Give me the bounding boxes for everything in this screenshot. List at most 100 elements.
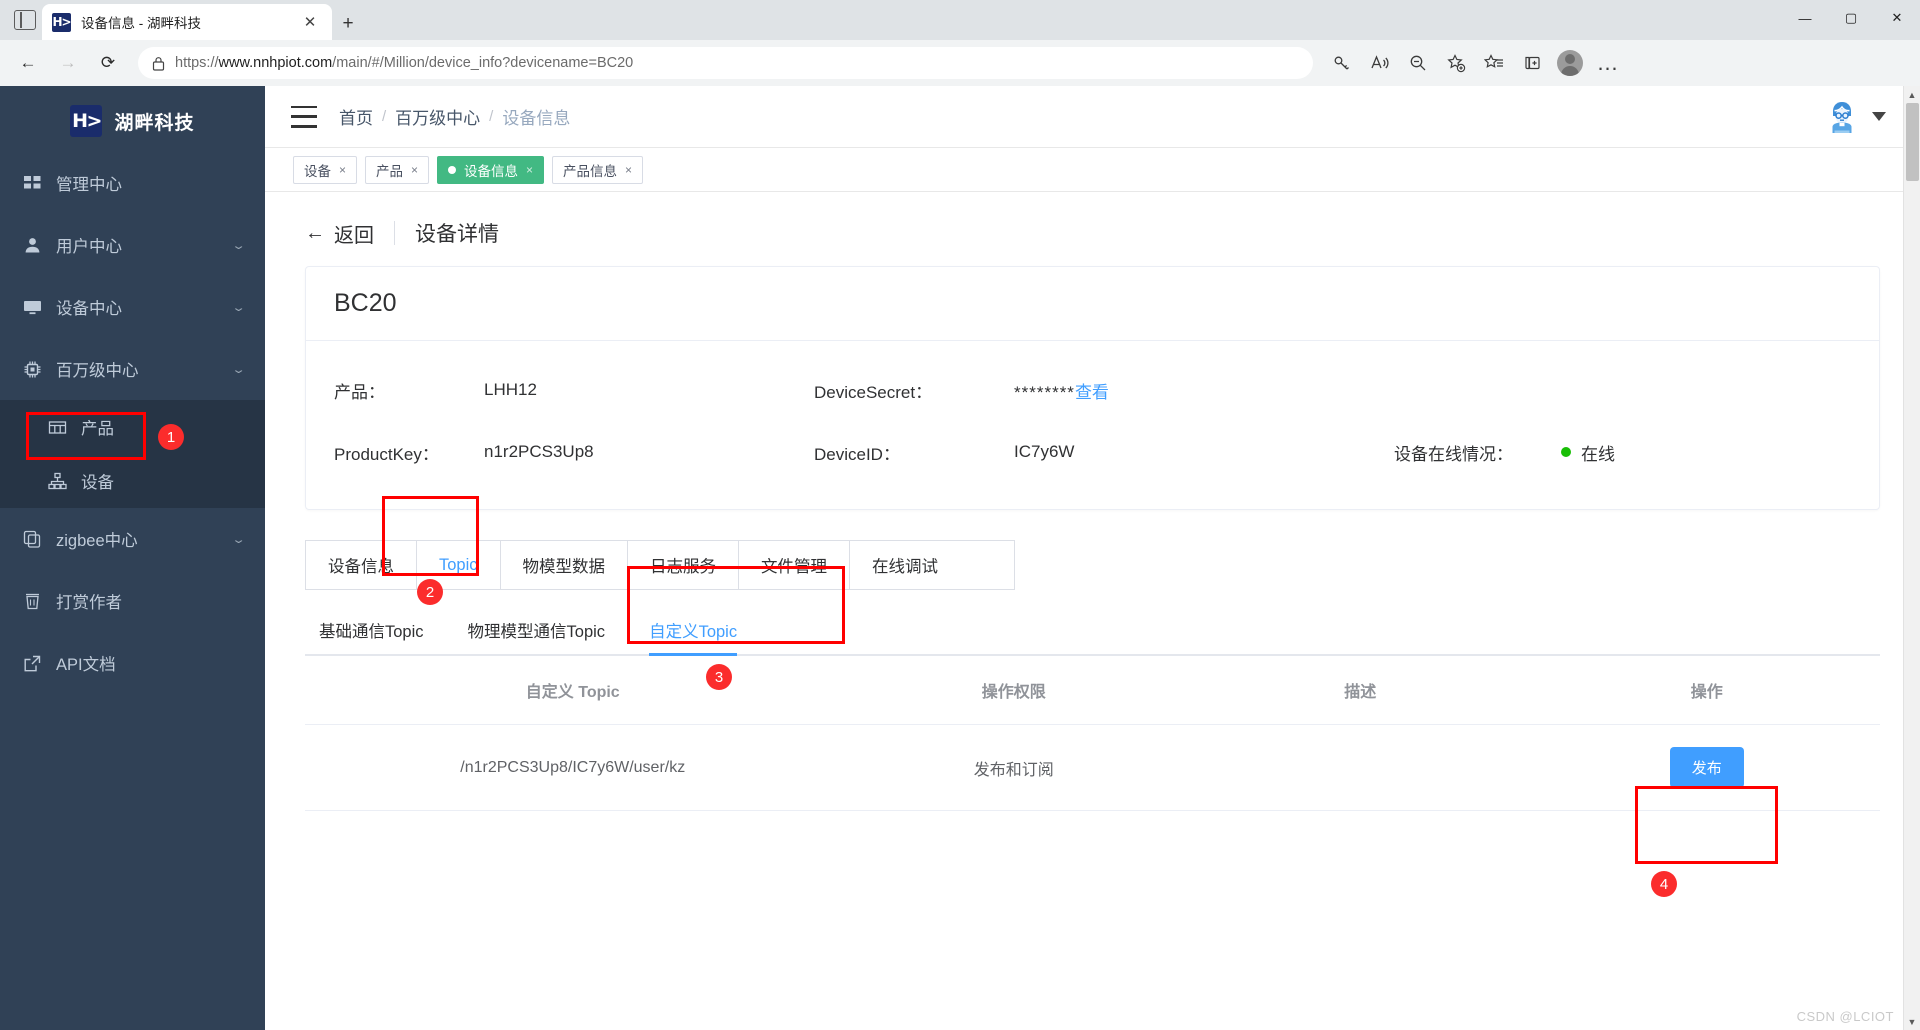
scroll-down-icon[interactable]: ▼ xyxy=(1904,1013,1920,1030)
forward-icon[interactable]: → xyxy=(50,45,86,81)
annotation-number-2: 2 xyxy=(417,579,443,605)
sidebar-item-million-center[interactable]: 百万级中心 ⌄ xyxy=(0,338,265,400)
productkey-value: n1r2PCS3Up8 xyxy=(484,442,594,461)
brand-logo[interactable]: H> 湖畔科技 xyxy=(0,90,265,152)
tab-log-service[interactable]: 日志服务 xyxy=(628,541,740,589)
new-tab-icon[interactable]: + xyxy=(336,12,360,36)
device-info-row-product: 产品： LHH12 DeviceSecret： ********查看 xyxy=(334,359,1851,421)
window-minimize-button[interactable]: — xyxy=(1782,0,1828,36)
tab-online-debug[interactable]: 在线调试 xyxy=(850,541,960,589)
tab-device-info[interactable]: 设备信息 xyxy=(306,541,417,589)
tag-device-info[interactable]: 设备信息 × xyxy=(437,155,545,184)
sub-tab-thing-model-topic[interactable]: 物理模型通信Topic xyxy=(468,618,606,654)
sidebar-item-device[interactable]: 设备 xyxy=(0,454,265,508)
main-tabs: 设备信息 Topic 物模型数据 日志服务 文件管理 在线调试 xyxy=(305,540,1015,590)
scroll-up-icon[interactable]: ▲ xyxy=(1904,86,1920,103)
url-path: /main/#/Million/device_info?devicename=B… xyxy=(332,55,634,71)
sub-tab-basic-topic[interactable]: 基础通信Topic xyxy=(319,618,424,654)
cell-permission: 发布和订阅 xyxy=(840,724,1187,811)
device-info-row-productkey: ProductKey： n1r2PCS3Up8 DeviceID： IC7y6W… xyxy=(334,421,1851,483)
tag-product[interactable]: 产品 × xyxy=(365,155,430,184)
profile-icon[interactable] xyxy=(1553,46,1587,80)
menu-fold-icon[interactable] xyxy=(291,105,317,128)
online-dot-icon xyxy=(1561,447,1571,457)
url-input[interactable]: https://www.nnhpiot.com/main/#/Million/d… xyxy=(138,47,1313,79)
tab-search-icon[interactable] xyxy=(8,3,42,37)
key-icon[interactable] xyxy=(1325,46,1359,80)
sidebar-item-management-center[interactable]: 管理中心 xyxy=(0,152,265,214)
tab-file-management[interactable]: 文件管理 xyxy=(739,541,851,589)
sidebar-item-zigbee-center[interactable]: zigbee中心 ⌄ xyxy=(0,508,265,570)
col-permission: 操作权限 xyxy=(840,656,1187,725)
back-icon[interactable]: ← xyxy=(10,45,46,81)
tag-label: 设备 xyxy=(304,163,331,179)
zoom-out-icon[interactable] xyxy=(1401,46,1435,80)
tag-device[interactable]: 设备 × xyxy=(293,155,358,184)
sidebar-item-label: 设备中心 xyxy=(56,300,122,318)
tab-close-icon[interactable]: ✕ xyxy=(298,10,322,34)
page-scrollbar[interactable]: ▲ ▼ xyxy=(1903,86,1920,1030)
device-id-label: DeviceID： xyxy=(814,444,900,464)
collections-icon[interactable] xyxy=(1515,46,1549,80)
breadcrumb-separator: / xyxy=(489,108,494,125)
chevron-down-icon: ⌄ xyxy=(231,301,246,314)
breadcrumb-item-million-center[interactable]: 百万级中心 xyxy=(395,104,480,129)
sidebar-item-label: API文档 xyxy=(56,656,116,674)
device-secret-mask: ******** xyxy=(1014,382,1075,402)
sitemap-icon xyxy=(48,472,67,491)
chevron-down-icon: ⌄ xyxy=(231,239,246,252)
chevron-down-icon: ⌄ xyxy=(231,533,246,546)
avatar[interactable] xyxy=(1820,97,1864,137)
back-button[interactable]: ← 返回 xyxy=(305,219,374,248)
table-head: 自定义 Topic 操作权限 描述 操作 xyxy=(305,656,1880,725)
browser-chrome: H> 设备信息 - 湖畔科技 ✕ + — ▢ ✕ ← → ⟳ https://w… xyxy=(0,0,1920,86)
url-host: www.nnhpiot.com xyxy=(218,55,333,71)
view-secret-link[interactable]: 查看 xyxy=(1075,383,1109,402)
sidebar-item-label: 百万级中心 xyxy=(56,362,139,380)
browser-tab[interactable]: H> 设备信息 - 湖畔科技 ✕ xyxy=(42,4,332,40)
sub-tab-custom-topic[interactable]: 自定义Topic xyxy=(649,618,738,656)
table-body: /n1r2PCS3Up8/IC7y6W/user/kz 发布和订阅 发布 xyxy=(305,724,1880,811)
application-root: H> 湖畔科技 管理中心 用户中心 ⌄ 设备中心 ⌄ 百万级中心 ⌄ 产品 设备… xyxy=(0,86,1920,1030)
tag-close-icon[interactable]: × xyxy=(625,163,632,177)
content-scroll-area: ← 返回 设备详情 BC20 产品： LHH12 DeviceSecret： *… xyxy=(265,192,1920,1030)
tab-thing-model-data[interactable]: 物模型数据 xyxy=(501,541,629,589)
sidebar-item-device-center[interactable]: 设备中心 ⌄ xyxy=(0,276,265,338)
window-close-button[interactable]: ✕ xyxy=(1874,0,1920,36)
sidebar-item-donate-author[interactable]: 打赏作者 xyxy=(0,570,265,632)
read-aloud-icon[interactable] xyxy=(1363,46,1397,80)
breadcrumb-item-home[interactable]: 首页 xyxy=(339,104,373,129)
table-row[interactable]: /n1r2PCS3Up8/IC7y6W/user/kz 发布和订阅 发布 xyxy=(305,724,1880,811)
caret-down-icon[interactable] xyxy=(1872,112,1886,121)
tag-product-info[interactable]: 产品信息 × xyxy=(552,155,644,184)
cell-topic: /n1r2PCS3Up8/IC7y6W/user/kz xyxy=(305,724,841,811)
topic-table: 自定义 Topic 操作权限 描述 操作 /n1r2PCS3Up8/IC7y6W… xyxy=(305,656,1880,811)
tag-close-icon[interactable]: × xyxy=(526,163,533,177)
device-secret-label: DeviceSecret： xyxy=(814,382,933,402)
status-badge: 在线 xyxy=(1561,440,1615,465)
reload-icon[interactable]: ⟳ xyxy=(90,45,126,81)
scrollbar-thumb[interactable] xyxy=(1906,103,1919,181)
sidebar-item-product[interactable]: 产品 xyxy=(0,400,265,454)
annotation-number-4: 4 xyxy=(1651,871,1677,897)
product-value: LHH12 xyxy=(484,380,537,399)
favorites-icon[interactable] xyxy=(1477,46,1511,80)
add-favorite-icon[interactable] xyxy=(1439,46,1473,80)
sidebar-item-api-doc[interactable]: API文档 xyxy=(0,632,265,694)
product-label: 产品： xyxy=(334,382,385,402)
window-maximize-button[interactable]: ▢ xyxy=(1828,0,1874,36)
favicon-icon: H> xyxy=(52,12,72,32)
sidebar-item-label: 打赏作者 xyxy=(56,594,122,612)
sidebar-item-label: 用户中心 xyxy=(56,238,122,256)
external-link-icon xyxy=(22,653,42,673)
annotation-number-3: 3 xyxy=(706,664,732,690)
settings-more-icon[interactable]: … xyxy=(1591,46,1625,80)
sidebar-item-user-center[interactable]: 用户中心 ⌄ xyxy=(0,214,265,276)
sidebar-item-label: 产品 xyxy=(81,420,114,438)
grid-icon xyxy=(48,418,67,437)
tag-label: 产品 xyxy=(376,163,404,179)
tag-close-icon[interactable]: × xyxy=(411,163,418,177)
tag-close-icon[interactable]: × xyxy=(339,163,346,177)
publish-button[interactable]: 发布 xyxy=(1669,747,1744,788)
arrow-left-icon: ← xyxy=(305,221,325,244)
